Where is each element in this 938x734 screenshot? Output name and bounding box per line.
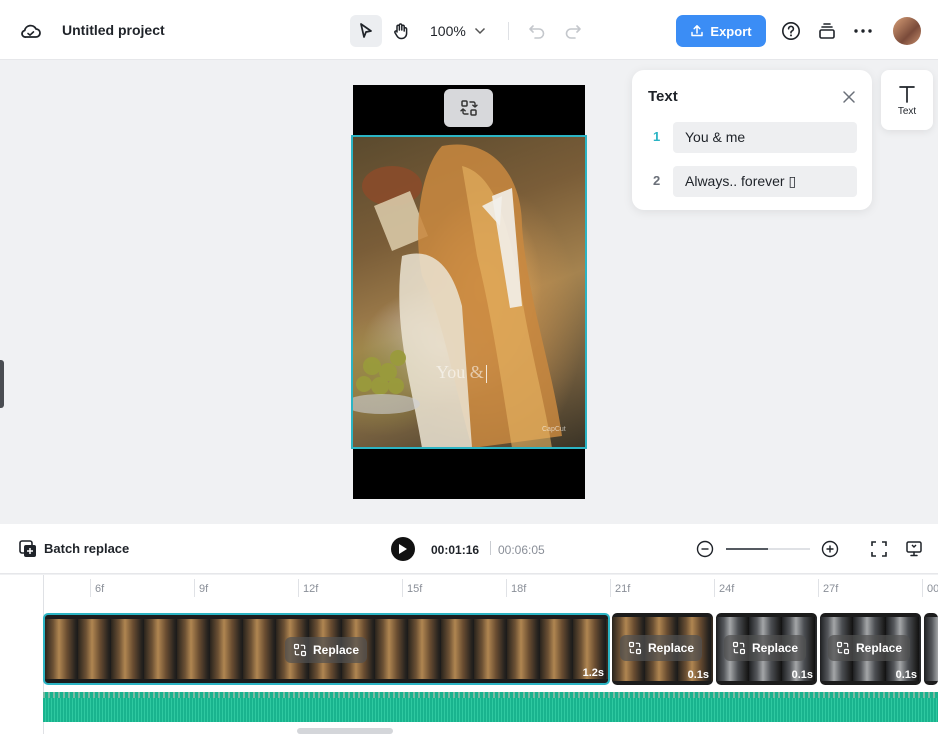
ruler-label: 15f: [407, 583, 423, 595]
more-icon: [854, 29, 872, 33]
text-tool-tab[interactable]: Text: [881, 70, 933, 130]
cloud-icon[interactable]: [19, 20, 43, 42]
video-clip[interactable]: Replace 0.1s: [612, 613, 713, 685]
replace-label: Replace: [856, 641, 903, 655]
undo-button[interactable]: [527, 21, 547, 41]
replace-label: Replace: [752, 641, 799, 655]
undo-icon: [529, 25, 545, 39]
pointer-icon: [360, 23, 372, 38]
time-separator: [490, 541, 491, 555]
clip-duration: 1.2s: [582, 667, 604, 679]
clip-duration: 0.1s: [687, 669, 709, 681]
timeline[interactable]: 6f 9f 12f 15f 18f 21f 24f 27f 00 Replace…: [0, 575, 938, 734]
text-item-input[interactable]: You & me: [673, 122, 857, 153]
play-button[interactable]: [391, 537, 415, 561]
text-item-number: 2: [653, 173, 661, 188]
current-time: 00:01:16: [431, 543, 480, 557]
ruler-tick: [506, 579, 507, 597]
play-icon: [399, 544, 407, 554]
clip-replace-button[interactable]: Replace: [724, 635, 807, 661]
top-bar: Untitled project 100% Export: [0, 0, 938, 60]
replace-label: Replace: [648, 641, 695, 655]
hand-tool-button[interactable]: [385, 15, 417, 47]
replace-icon: [459, 100, 478, 116]
help-icon: [782, 22, 800, 40]
replace-label: Replace: [313, 643, 360, 657]
ruler-tick: [922, 579, 923, 597]
ruler-tick: [194, 579, 195, 597]
audio-track[interactable]: [43, 692, 938, 722]
video-clip[interactable]: Replace 0.1s: [716, 613, 817, 685]
zoom-in-icon[interactable]: [821, 540, 839, 558]
batch-replace-button[interactable]: Batch replace: [44, 541, 129, 556]
replace-icon: [293, 643, 307, 657]
playback-bar: Batch replace 00:01:16 00:06:05: [0, 524, 938, 574]
ruler-tick: [90, 579, 91, 597]
layers-button[interactable]: [816, 20, 838, 42]
ruler-label: 27f: [823, 583, 839, 595]
panel-collapse-handle[interactable]: [0, 360, 4, 408]
export-label: Export: [710, 23, 752, 39]
zoom-value: 100%: [430, 23, 466, 39]
export-button[interactable]: Export: [676, 15, 766, 47]
ruler-tick: [298, 579, 299, 597]
more-button[interactable]: [852, 20, 874, 42]
clip-duration: 0.1s: [895, 669, 917, 681]
clip-replace-button[interactable]: Replace: [620, 635, 703, 661]
ruler-tick: [818, 579, 819, 597]
video-clip[interactable]: Replace 0.1s: [820, 613, 921, 685]
replace-icon: [732, 641, 746, 655]
redo-icon: [565, 25, 581, 39]
clip-thumbnails: [924, 617, 938, 681]
clip-duration: 0.1s: [791, 669, 813, 681]
clip-replace-button[interactable]: Replace: [285, 637, 368, 663]
batch-replace-icon[interactable]: [18, 539, 38, 559]
stack-icon: [819, 23, 835, 39]
replace-media-button[interactable]: [444, 89, 493, 127]
ruler-tick: [402, 579, 403, 597]
text-item-number: 1: [653, 129, 661, 144]
timeline-zoom-slider[interactable]: [726, 548, 810, 550]
toolbar-divider: [508, 22, 509, 40]
selection-box[interactable]: [351, 135, 587, 449]
project-title[interactable]: Untitled project: [62, 22, 165, 38]
ruler-label: 12f: [303, 583, 319, 595]
video-clip[interactable]: [924, 613, 938, 685]
timeline-zoom-fill: [726, 548, 768, 550]
ruler-label: 21f: [615, 583, 631, 595]
display-settings-icon[interactable]: [905, 540, 923, 558]
replace-icon: [628, 641, 642, 655]
zoom-dropdown[interactable]: 100%: [430, 21, 486, 41]
video-clip[interactable]: Replace 1.2s: [43, 613, 610, 685]
text-panel-title: Text: [648, 88, 678, 105]
timeline-scrollbar[interactable]: [297, 728, 393, 734]
ruler-label: 6f: [95, 583, 105, 595]
hand-icon: [394, 23, 408, 40]
replace-icon: [836, 641, 850, 655]
close-icon[interactable]: [840, 88, 858, 106]
audio-waveform-band: [43, 692, 938, 698]
chevron-down-icon: [474, 27, 485, 35]
total-time: 00:06:05: [498, 543, 545, 557]
avatar[interactable]: [893, 17, 921, 45]
text-icon: [899, 85, 915, 103]
clip-replace-button[interactable]: Replace: [828, 635, 911, 661]
select-tool-button[interactable]: [350, 15, 382, 47]
ruler-label: 9f: [199, 583, 209, 595]
ruler-tick: [714, 579, 715, 597]
ruler-label: 00: [927, 583, 938, 595]
ruler-label: 18f: [511, 583, 527, 595]
fullscreen-icon[interactable]: [870, 540, 888, 558]
zoom-out-icon[interactable]: [696, 540, 714, 558]
upload-icon: [691, 25, 704, 37]
text-panel: Text 1 You & me 2 Always.. forever ▯: [632, 70, 872, 210]
ruler-label: 24f: [719, 583, 735, 595]
help-button[interactable]: [780, 20, 802, 42]
text-item-input[interactable]: Always.. forever ▯: [673, 166, 857, 197]
ruler-tick: [610, 579, 611, 597]
redo-button[interactable]: [563, 21, 583, 41]
text-tool-label: Text: [897, 105, 917, 117]
